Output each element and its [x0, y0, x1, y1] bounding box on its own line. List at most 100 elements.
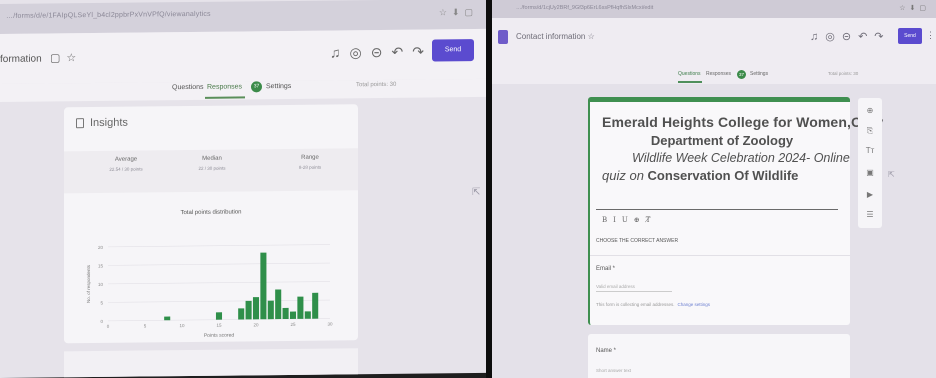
- more-options-icon[interactable]: ⋮: [926, 30, 935, 41]
- name-field[interactable]: Short answer text: [596, 368, 631, 373]
- change-settings-link[interactable]: Change settings: [678, 302, 711, 307]
- bookmark-icon[interactable]: ☆: [439, 7, 452, 17]
- form-title-text[interactable]: Contact information: [516, 32, 585, 41]
- star-icon[interactable]: ☆: [588, 32, 595, 41]
- form-description[interactable]: CHOOSE THE CORRECT ANSWER: [596, 238, 678, 244]
- palette-icon[interactable]: ♫: [810, 31, 825, 43]
- email-question[interactable]: Email * Valid email address This form is…: [590, 255, 850, 325]
- underline-icon[interactable]: U: [622, 216, 634, 224]
- histogram-bar: [275, 289, 282, 320]
- x-tick-label: 20: [253, 322, 259, 327]
- stat-median: Median 22 / 30 points: [172, 155, 252, 171]
- window-icon[interactable]: ▢: [464, 7, 478, 17]
- form-title-card[interactable]: Emerald Heights College for Women,Ooty D…: [588, 97, 883, 325]
- window-icon[interactable]: ▢: [919, 5, 930, 12]
- x-tick-label: 15: [216, 323, 222, 328]
- x-tick-label: 5: [144, 323, 147, 328]
- chart-title: Total points distribution: [180, 209, 242, 217]
- link-icon[interactable]: ⊝: [842, 31, 858, 43]
- redo-icon[interactable]: ↷: [874, 31, 890, 43]
- responses-count-badge: 37: [251, 81, 262, 93]
- question-side-toolbar: ⊕ ⎘ Tт ▣ ▶ ☰: [858, 98, 882, 228]
- heading-underline: [596, 209, 838, 210]
- histogram-bar: [312, 292, 319, 319]
- forms-logo-icon[interactable]: [498, 30, 508, 44]
- form-title[interactable]: formation: [0, 54, 42, 65]
- total-points-label: Total points: 30: [356, 81, 397, 89]
- url-text[interactable]: …/forms/d/1cjUy2BRf_9Gf3p6ErL6ssPfHqfhSl…: [516, 5, 653, 11]
- eye-icon[interactable]: ◎: [350, 44, 371, 60]
- gridline: [108, 244, 330, 248]
- clear-format-icon[interactable]: T̸: [646, 216, 657, 224]
- stat-label: Range: [301, 154, 319, 161]
- undo-icon[interactable]: ↶: [391, 44, 412, 60]
- tab-responses[interactable]: Responses: [207, 83, 242, 90]
- add-question-icon[interactable]: ⊕: [858, 106, 882, 115]
- y-tick-label: 0: [100, 319, 103, 324]
- total-points-label: Total points: 30: [828, 71, 859, 76]
- tab-questions[interactable]: Questions: [172, 84, 204, 91]
- tab-questions[interactable]: Questions: [678, 71, 701, 77]
- histogram-bar: [215, 312, 223, 320]
- active-tab-indicator: [205, 96, 245, 99]
- left-screen-photo: …/forms/d/e/1FAIpQLSeYl_b4cl2ppbrPxVnVPf…: [0, 0, 486, 378]
- add-video-icon[interactable]: ▶: [858, 190, 882, 199]
- add-title-icon[interactable]: Tт: [858, 146, 882, 155]
- gridline: [108, 262, 330, 266]
- folder-icon[interactable]: ▢: [50, 52, 66, 64]
- title-icons: ▢☆: [50, 51, 82, 64]
- y-tick-label: 20: [98, 245, 104, 250]
- eye-icon[interactable]: ◎: [825, 31, 842, 43]
- form-heading[interactable]: Emerald Heights College for Women,Ooty D…: [602, 114, 883, 183]
- download-icon[interactable]: ⬇: [910, 5, 920, 12]
- histogram-bar: [260, 252, 267, 320]
- heading-line-4: quiz on Conservation Of Wildlife: [602, 168, 842, 183]
- y-tick-label: 5: [100, 300, 103, 305]
- palette-icon[interactable]: ♫: [330, 44, 350, 60]
- histogram-bar: [304, 311, 311, 319]
- heading-text: Emerald Heights: [602, 114, 718, 130]
- italic-icon[interactable]: I: [613, 216, 622, 224]
- histogram-bar: [267, 300, 274, 320]
- histogram-bar: [164, 316, 171, 321]
- link-icon[interactable]: ⊝: [371, 44, 392, 60]
- stat-label: Median: [202, 155, 222, 162]
- tab-settings[interactable]: Settings: [266, 83, 291, 90]
- x-tick-label: 25: [290, 322, 296, 327]
- name-question[interactable]: Name * Short answer text: [588, 334, 850, 378]
- gridline: [108, 299, 330, 303]
- browser-action-icons[interactable]: ☆⬇▢: [899, 4, 930, 12]
- stat-value: 22.54 / 30 points: [109, 166, 143, 172]
- download-icon[interactable]: ⬇: [452, 7, 465, 17]
- stat-average: Average 22.54 / 30 points: [86, 156, 166, 172]
- send-button[interactable]: Send: [898, 28, 922, 44]
- link-icon[interactable]: ⊕: [634, 216, 646, 224]
- add-section-icon[interactable]: ☰: [858, 210, 882, 219]
- histogram-bar: [252, 297, 260, 320]
- browser-address-bar[interactable]: …/forms/d/1cjUy2BRf_9Gf3p6ErL6ssPfHqfhSl…: [492, 0, 936, 18]
- summary-stats: Average 22.54 / 30 points Median 22 / 30…: [64, 148, 358, 194]
- mouse-cursor-icon: ⇱: [472, 186, 481, 199]
- email-field[interactable]: Valid email address: [596, 284, 672, 292]
- tab-settings[interactable]: Settings: [750, 71, 768, 77]
- import-questions-icon[interactable]: ⎘: [858, 126, 882, 136]
- bookmark-icon[interactable]: ☆: [899, 5, 909, 12]
- tab-responses[interactable]: Responses: [706, 71, 731, 77]
- y-axis-label: No. of respondents: [86, 264, 91, 303]
- url-text[interactable]: …/forms/d/e/1FAIpQLSeYl_b4cl2ppbrPxVnVPf…: [6, 11, 211, 20]
- redo-icon[interactable]: ↷: [412, 43, 433, 59]
- undo-icon[interactable]: ↶: [858, 31, 874, 43]
- send-button[interactable]: Send: [432, 39, 474, 62]
- browser-action-icons[interactable]: ☆⬇▢: [439, 7, 478, 18]
- form-toolbar: ♫◎⊝↶↷: [810, 30, 891, 43]
- heading-line-3: Wildlife Week Celebration 2024- Online: [632, 151, 850, 165]
- bold-icon[interactable]: B: [602, 216, 613, 224]
- histogram-bar: [297, 296, 304, 319]
- y-tick-label: 10: [98, 282, 104, 287]
- star-icon[interactable]: ☆: [66, 52, 82, 64]
- form-tabs: Questions Responses 37 Settings Total po…: [0, 78, 486, 102]
- heading-line-1: Emerald Heights College for Women,Ooty: [602, 114, 883, 130]
- form-header: formation ▢☆ ♫◎⊝↶↷ Send: [0, 28, 486, 84]
- add-image-icon[interactable]: ▣: [858, 168, 882, 177]
- form-title[interactable]: Contact information ☆: [516, 32, 595, 41]
